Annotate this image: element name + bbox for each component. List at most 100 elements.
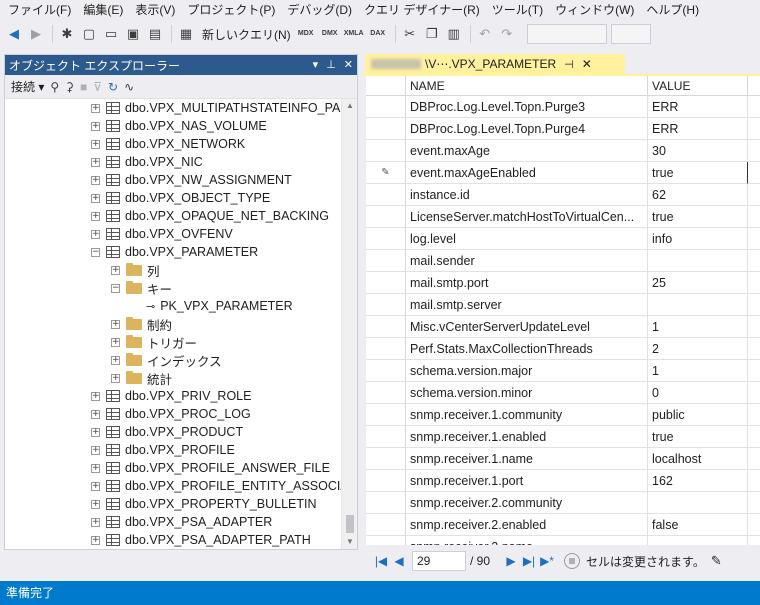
collapse-icon[interactable]: − [91, 247, 100, 257]
row-selector[interactable] [366, 536, 406, 545]
expand-icon[interactable]: + [91, 121, 100, 131]
cell-name[interactable]: schema.version.major [406, 360, 648, 382]
row-selector[interactable] [366, 514, 406, 536]
row-selector[interactable] [366, 294, 406, 316]
cell-value[interactable]: ERR [648, 96, 748, 118]
table-row[interactable]: log.level info [366, 228, 760, 250]
table-row[interactable]: ✎ event.maxAgeEnabled true [366, 162, 760, 184]
row-selector[interactable] [366, 448, 406, 470]
tree-node[interactable]: + dbo.VPX_PROPERTY_BULLETIN [91, 495, 317, 513]
expand-icon[interactable]: + [91, 535, 100, 545]
back-icon[interactable]: ◀ [4, 23, 24, 45]
dax-query-button[interactable]: DAX [367, 23, 389, 45]
menu-item[interactable]: デバッグ(D) [281, 0, 358, 20]
cell-name[interactable]: snmp.receiver.2.enabled [406, 514, 648, 536]
tab-close-icon[interactable]: ✕ [582, 57, 592, 71]
cell-name[interactable]: snmp.receiver.1.enabled [406, 426, 648, 448]
cell-value[interactable]: 162 [648, 470, 748, 492]
cell-value[interactable]: true [648, 426, 748, 448]
table-row[interactable]: DBProc.Log.Level.Topn.Purge3 ERR [366, 96, 760, 118]
close-icon[interactable]: ✕ [344, 55, 353, 75]
cell-value[interactable]: true [648, 206, 748, 228]
cell-value-editing[interactable]: true [648, 162, 748, 184]
disconnect-plug-icon[interactable]: ⚳ [65, 80, 74, 94]
next-record-icon[interactable]: ▶ [502, 554, 520, 568]
cell-value[interactable]: false [648, 514, 748, 536]
table-row[interactable]: DBProc.Log.Level.Topn.Purge4 ERR [366, 118, 760, 140]
cell-name[interactable]: log.level [406, 228, 648, 250]
row-selector[interactable] [366, 470, 406, 492]
tree-node[interactable]: + dbo.VPX_NIC [91, 153, 203, 171]
window-position-icon[interactable]: ▾ [313, 55, 319, 75]
menu-item[interactable]: プロジェクト(P) [181, 0, 281, 20]
row-editing-pencil-icon[interactable]: ✎ [366, 162, 406, 184]
expand-icon[interactable]: + [91, 391, 100, 401]
expand-icon[interactable]: + [91, 193, 100, 203]
expand-icon[interactable]: + [91, 409, 100, 419]
menu-item[interactable]: ツール(T) [486, 0, 549, 20]
cell-value[interactable] [648, 536, 748, 545]
cell-value[interactable]: localhost [648, 448, 748, 470]
row-selector[interactable] [366, 184, 406, 206]
cell-name[interactable]: DBProc.Log.Level.Topn.Purge4 [406, 118, 648, 140]
expand-icon[interactable]: + [91, 499, 100, 509]
tree-node[interactable]: + dbo.VPX_NAS_VOLUME [91, 117, 267, 135]
expand-icon[interactable]: + [111, 265, 120, 275]
expand-icon[interactable]: + [91, 229, 100, 239]
cell-value[interactable]: public [648, 404, 748, 426]
expand-icon[interactable]: + [91, 175, 100, 185]
save-icon[interactable]: ▣ [123, 23, 143, 45]
table-row[interactable]: Perf.Stats.MaxCollectionThreads 2 [366, 338, 760, 360]
row-selector[interactable] [366, 206, 406, 228]
table-row[interactable]: event.maxAge 30 [366, 140, 760, 162]
tree-node[interactable]: + トリガー [111, 333, 197, 351]
cell-name[interactable]: Misc.vCenterServerUpdateLevel [406, 316, 648, 338]
cell-value[interactable]: 30 [648, 140, 748, 162]
forward-icon[interactable]: ▶ [26, 23, 46, 45]
expand-icon[interactable]: + [91, 517, 100, 527]
expand-icon[interactable]: + [111, 319, 120, 329]
cell-value[interactable] [648, 250, 748, 272]
expand-icon[interactable]: + [91, 157, 100, 167]
new-query-icon[interactable]: ▦ [176, 23, 196, 45]
stop-icon[interactable] [564, 553, 581, 569]
table-row[interactable]: instance.id 62 [366, 184, 760, 206]
table-row[interactable]: mail.smtp.port 25 [366, 272, 760, 294]
cell-value[interactable]: ERR [648, 118, 748, 140]
save-all-icon[interactable]: ▤ [145, 23, 165, 45]
table-row[interactable]: snmp.receiver.1.community public [366, 404, 760, 426]
tree-node[interactable]: + dbo.VPX_PSA_ADAPTER_PATH [91, 531, 311, 549]
cell-value[interactable]: 1 [648, 360, 748, 382]
tree-node[interactable]: + dbo.VPX_NW_ASSIGNMENT [91, 171, 292, 189]
row-selector[interactable] [366, 360, 406, 382]
row-selector[interactable] [366, 404, 406, 426]
expand-icon[interactable]: + [91, 463, 100, 473]
row-selector[interactable] [366, 338, 406, 360]
undo-icon[interactable]: ↶ [475, 23, 495, 45]
paste-icon[interactable]: ▥ [444, 23, 464, 45]
tree-node[interactable]: + dbo.VPX_NETWORK [91, 135, 245, 153]
menu-item[interactable]: ヘルプ(H) [640, 0, 705, 20]
connect-plug-icon[interactable]: ⚲ [50, 80, 59, 94]
cell-name[interactable]: snmp.receiver.1.community [406, 404, 648, 426]
table-row[interactable]: snmp.receiver.2.community [366, 492, 760, 514]
row-selector[interactable] [366, 250, 406, 272]
redo-icon[interactable]: ↷ [497, 23, 517, 45]
cell-name[interactable]: Perf.Stats.MaxCollectionThreads [406, 338, 648, 360]
new-project-icon[interactable]: ✱ [57, 23, 77, 45]
tree-node[interactable]: + dbo.VPX_OPAQUE_NET_BACKING [91, 207, 329, 225]
filter-icon[interactable]: ⊽ [93, 80, 102, 94]
mdx-query-button[interactable]: MDX [295, 23, 317, 45]
tree-node[interactable]: + dbo.VPX_OVFENV [91, 225, 233, 243]
menu-item[interactable]: 編集(E) [77, 0, 129, 20]
table-row[interactable]: schema.version.major 1 [366, 360, 760, 382]
column-header-value[interactable]: VALUE [648, 76, 748, 96]
expand-icon[interactable]: + [91, 211, 100, 221]
tree-node[interactable]: + dbo.VPX_MULTIPATHSTATEINFO_PA [91, 99, 340, 117]
new-record-icon[interactable]: ▶* [538, 554, 556, 568]
cell-name[interactable]: schema.version.minor [406, 382, 648, 404]
column-header-name[interactable]: NAME [406, 76, 648, 96]
cell-name[interactable]: mail.smtp.port [406, 272, 648, 294]
row-selector[interactable] [366, 96, 406, 118]
table-row[interactable]: mail.smtp.server [366, 294, 760, 316]
